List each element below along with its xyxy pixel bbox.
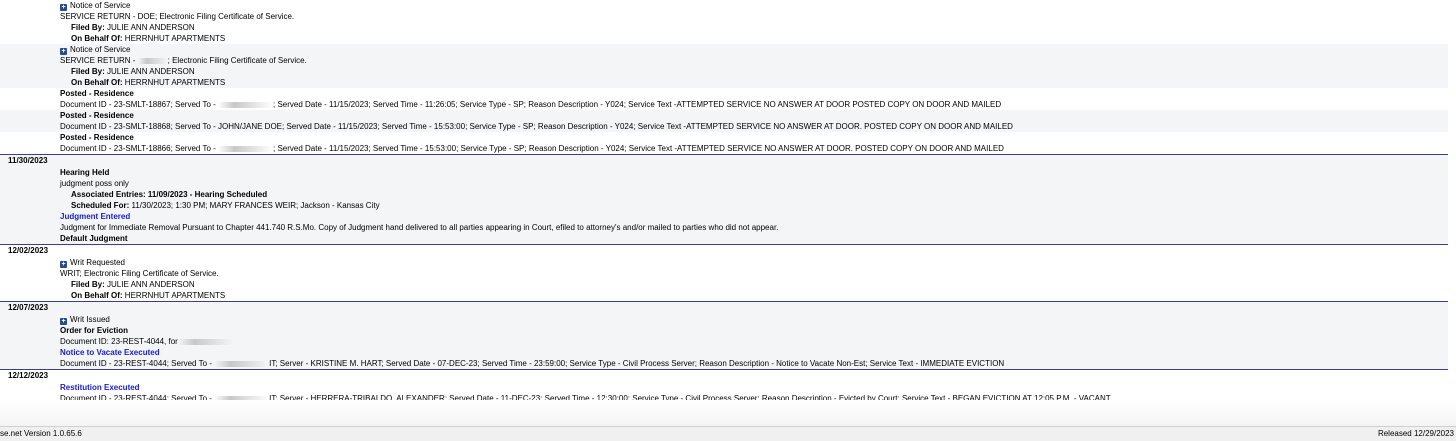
hearing-text: judgment poss only — [60, 179, 129, 188]
posted-title: Posted - Residence — [60, 133, 134, 142]
redaction — [218, 101, 273, 108]
footer: se.net Version 1.0.65.6 Released 12/29/2… — [0, 426, 1456, 441]
notice-text-a: SERVICE RETURN - — [60, 56, 138, 65]
posted-text-a: Document ID - 23-SMLT-18867; Served To - — [60, 100, 218, 109]
scheduled-for: 11/30/2023; 1:30 PM; MARY FRANCES WEIR; … — [131, 201, 380, 210]
order-title: Order for Eviction — [60, 326, 129, 335]
posted-text-a: Document ID - 23-SMLT-18866; Served To - — [60, 144, 218, 153]
scheduled-label: Scheduled For: — [71, 201, 130, 210]
notice-title: Notice of Service — [70, 1, 131, 10]
entry-date: 12/12/2023 — [8, 371, 49, 380]
expand-icon[interactable]: + — [60, 318, 67, 325]
filed-by-label: Filed By: — [71, 67, 105, 76]
writ-issued-title: Writ Issued — [70, 315, 110, 324]
filed-by-label: Filed By: — [71, 23, 105, 32]
posted-text: Document ID - 23-SMLT-18868; Served To -… — [60, 122, 1013, 131]
page-fade — [0, 400, 1456, 426]
redaction — [137, 57, 168, 64]
behalf-label: On Behalf Of: — [71, 34, 123, 43]
behalf-of: HERRNHUT APARTMENTS — [124, 34, 226, 43]
judgment-text: Judgment for Immediate Removal Pursuant … — [60, 223, 779, 232]
behalf-label: On Behalf Of: — [71, 291, 123, 300]
notice-text: SERVICE RETURN - DOE; Electronic Filing … — [60, 12, 295, 21]
notice-text-b: ; Electronic Filing Certificate of Servi… — [167, 56, 307, 65]
default-judgment: Default Judgment — [60, 234, 128, 243]
entry-date: 12/07/2023 — [8, 303, 49, 312]
version-text: se.net Version 1.0.65.6 — [0, 429, 82, 438]
behalf-of: HERRNHUT APARTMENTS — [124, 78, 226, 87]
restitution-link[interactable]: Restitution Executed — [60, 382, 140, 393]
hearing-title: Hearing Held — [60, 168, 110, 177]
writ-title: Writ Requested — [70, 258, 125, 267]
released-text: Released 12/29/2023 — [1377, 429, 1454, 438]
filed-by: JULIE ANN ANDERSON — [107, 67, 195, 76]
vacate-text-a: Document ID - 23-REST-4044; Served To - — [60, 359, 215, 368]
redaction — [218, 145, 273, 152]
behalf-of: HERRNHUT APARTMENTS — [124, 291, 226, 300]
posted-title: Posted - Residence — [60, 111, 134, 120]
expand-icon[interactable]: + — [60, 261, 67, 268]
redaction — [214, 360, 270, 367]
notice-to-vacate-link[interactable]: Notice to Vacate Executed — [60, 347, 160, 358]
posted-title: Posted - Residence — [60, 89, 134, 98]
filed-by: JULIE ANN ANDERSON — [107, 280, 195, 289]
judgment-entered-link[interactable]: Judgment Entered — [60, 211, 130, 222]
writ-text: WRIT; Electronic Filing Certificate of S… — [60, 269, 219, 278]
expand-icon[interactable]: + — [60, 48, 67, 55]
entry-date: 11/30/2023 — [8, 156, 48, 165]
posted-text-b: ; Served Date - 11/15/2023; Served Time … — [273, 144, 1004, 153]
behalf-label: On Behalf Of: — [71, 78, 123, 87]
notice-title: Notice of Service — [70, 45, 131, 54]
entry-date: 12/02/2023 — [8, 246, 49, 255]
redaction — [177, 338, 233, 345]
docket-entries: + Notice of Service SERVICE RETURN - DOE;… — [0, 0, 1448, 404]
posted-text-b: ; Served Date - 11/15/2023; Served Time … — [273, 100, 1002, 109]
vacate-text-b: IT; Server - KRISTINE M. HART; Served Da… — [269, 359, 1005, 368]
order-text: Document ID: 23-REST-4044, for — [60, 337, 178, 346]
expand-icon[interactable]: + — [60, 4, 67, 11]
associated-entries: Associated Entries: 11/09/2023 - Hearing… — [71, 190, 268, 199]
filed-by: JULIE ANN ANDERSON — [107, 23, 195, 32]
filed-by-label: Filed By: — [71, 280, 105, 289]
